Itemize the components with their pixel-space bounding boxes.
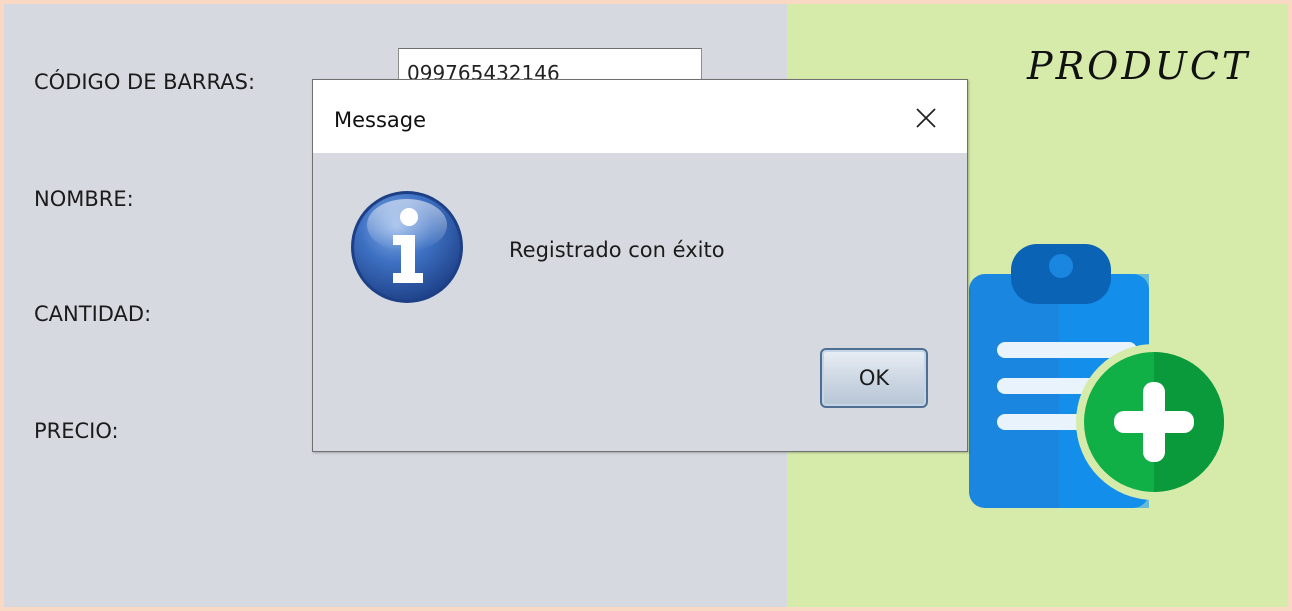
clipboard-add-icon [969,244,1227,508]
dialog-titlebar[interactable]: Message [313,80,967,153]
quantity-label: CANTIDAD: [34,302,152,326]
dialog-title: Message [334,108,427,132]
barcode-label: CÓDIGO DE BARRAS: [34,70,256,94]
price-label: PRECIO: [34,419,119,443]
ok-button[interactable]: OK [820,348,928,408]
message-dialog: Message Registrado con éxito OK [312,79,968,452]
close-button[interactable] [901,96,951,140]
close-icon [916,108,936,128]
panel-title: PRODUCT [1027,44,1251,88]
name-label: NOMBRE: [34,187,134,211]
information-icon [351,191,463,303]
dialog-message: Registrado con éxito [509,238,725,262]
